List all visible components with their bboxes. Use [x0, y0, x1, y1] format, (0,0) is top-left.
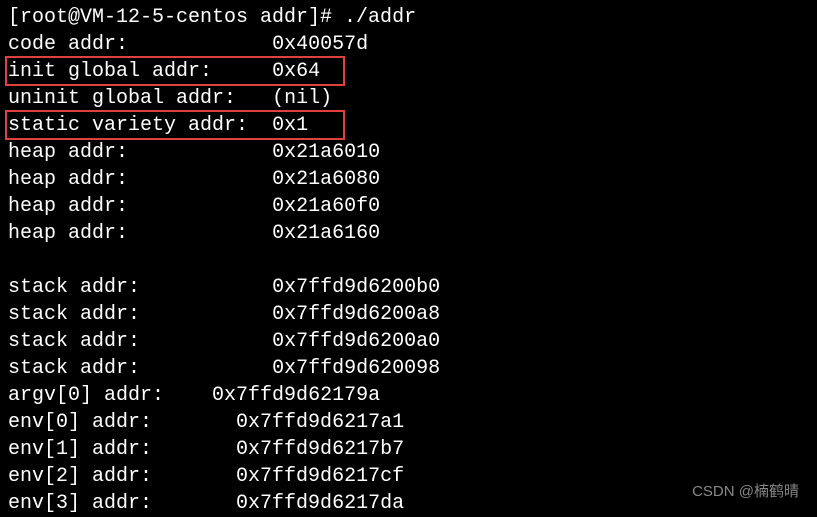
value: 0x40057d	[272, 33, 368, 56]
output-line: heap addr: 0x21a6080	[8, 166, 809, 193]
label: heap addr:	[8, 195, 128, 218]
label: stack addr:	[8, 276, 140, 299]
value: 0x21a6010	[272, 141, 380, 164]
spacer	[128, 141, 272, 164]
label: heap addr:	[8, 168, 128, 191]
spacer	[212, 60, 272, 83]
output-line: env[1] addr: 0x7ffd9d6217b7	[8, 436, 809, 463]
spacer	[152, 438, 236, 461]
spacer	[152, 465, 236, 488]
label: env[0] addr:	[8, 411, 152, 434]
label: init global addr:	[8, 60, 212, 83]
output-line: env[2] addr: 0x7ffd9d6217cf	[8, 463, 809, 490]
value: 0x7ffd9d620098	[272, 357, 440, 380]
output-line: argv[0] addr: 0x7ffd9d62179a	[8, 382, 809, 409]
spacer	[128, 168, 272, 191]
output-line: init global addr: 0x64	[8, 58, 809, 85]
output-line: env[0] addr: 0x7ffd9d6217a1	[8, 409, 809, 436]
label: argv[0] addr:	[8, 384, 164, 407]
output-line: stack addr: 0x7ffd9d6200a8	[8, 301, 809, 328]
spacer	[128, 195, 272, 218]
spacer	[140, 276, 272, 299]
output-line: stack addr: 0x7ffd9d620098	[8, 355, 809, 382]
label: uninit global addr:	[8, 87, 236, 110]
output-line: uninit global addr: (nil)	[8, 85, 809, 112]
value: 0x1	[272, 114, 308, 137]
label: heap addr:	[8, 141, 128, 164]
output-line	[8, 247, 809, 274]
output-line: heap addr: 0x21a6160	[8, 220, 809, 247]
value: 0x7ffd9d6200a0	[272, 330, 440, 353]
label: stack addr:	[8, 330, 140, 353]
label: env[1] addr:	[8, 438, 152, 461]
value: 0x21a6080	[272, 168, 380, 191]
value: 0x7ffd9d6217cf	[236, 465, 404, 488]
value: 0x7ffd9d62179a	[212, 384, 380, 407]
output-line: stack addr: 0x7ffd9d6200a0	[8, 328, 809, 355]
spacer	[248, 114, 272, 137]
value: 0x7ffd9d6200a8	[272, 303, 440, 326]
value: 0x21a60f0	[272, 195, 380, 218]
output-line: heap addr: 0x21a60f0	[8, 193, 809, 220]
value: 0x7ffd9d6200b0	[272, 276, 440, 299]
value: 0x7ffd9d6217a1	[236, 411, 404, 434]
spacer	[152, 411, 236, 434]
value: (nil)	[272, 87, 332, 110]
spacer	[128, 222, 272, 245]
label: stack addr:	[8, 303, 140, 326]
spacer	[140, 357, 272, 380]
spacer	[140, 303, 272, 326]
label: code addr:	[8, 33, 128, 56]
value: 0x64	[272, 60, 320, 83]
output-line: code addr: 0x40057d	[8, 31, 809, 58]
output-line: env[3] addr: 0x7ffd9d6217da	[8, 490, 809, 517]
spacer	[140, 330, 272, 353]
spacer	[128, 33, 272, 56]
output-line: static variety addr: 0x1	[8, 112, 809, 139]
spacer	[236, 87, 272, 110]
output-line: stack addr: 0x7ffd9d6200b0	[8, 274, 809, 301]
output-line: heap addr: 0x21a6010	[8, 139, 809, 166]
value: 0x21a6160	[272, 222, 380, 245]
value: 0x7ffd9d6217b7	[236, 438, 404, 461]
prompt-line: [root@VM-12-5-centos addr]# ./addr	[8, 4, 809, 31]
label: stack addr:	[8, 357, 140, 380]
label: env[2] addr:	[8, 465, 152, 488]
watermark-text: CSDN @楠鹤晴	[692, 482, 799, 502]
label: static variety addr:	[8, 114, 248, 137]
label: heap addr:	[8, 222, 128, 245]
spacer	[164, 384, 212, 407]
